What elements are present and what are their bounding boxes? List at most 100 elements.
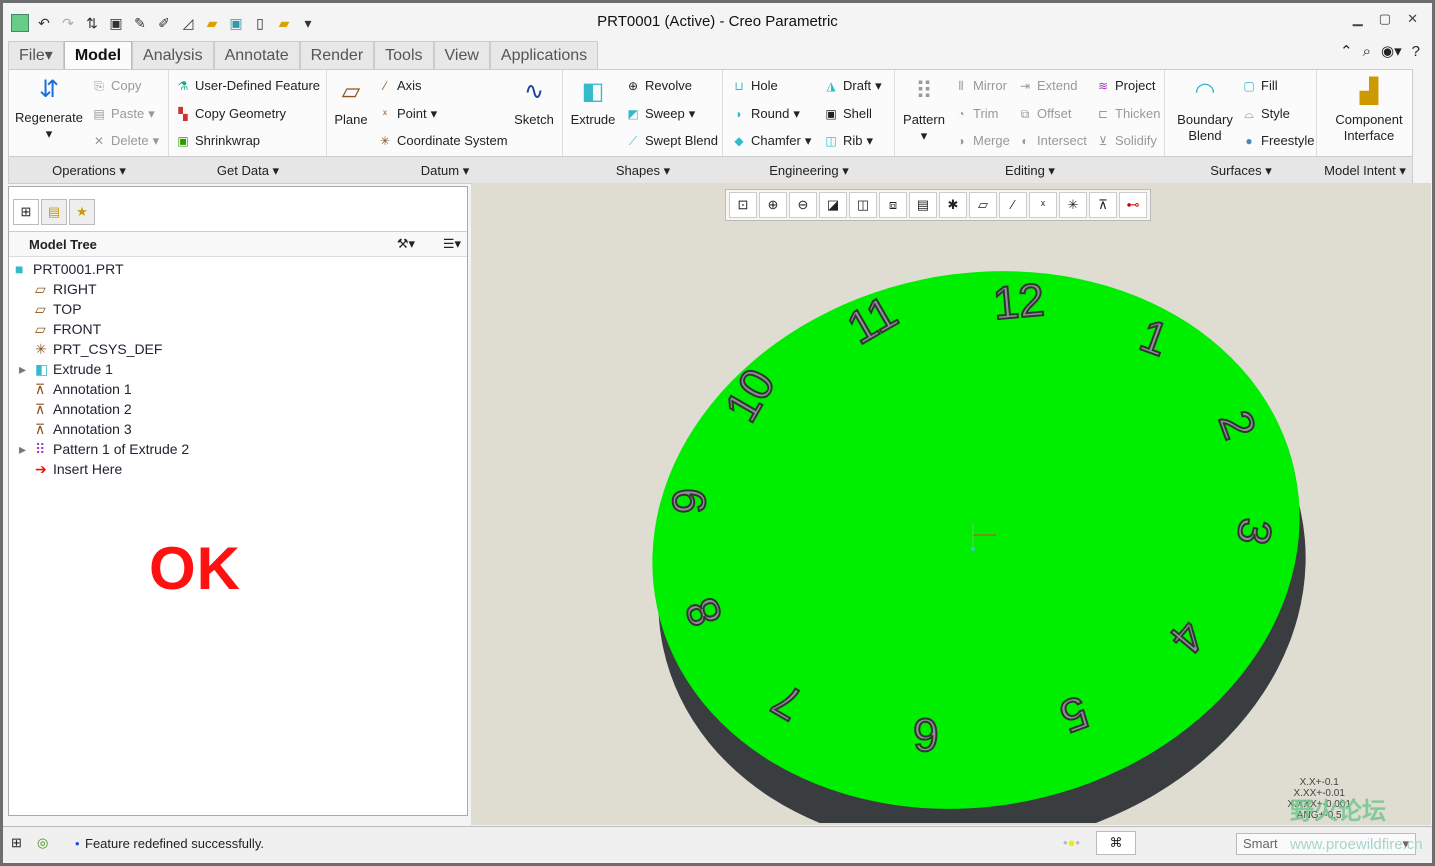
tree-item[interactable]: ▱ FRONT: [15, 319, 189, 339]
shell-button[interactable]: ▣ Shell: [823, 106, 872, 122]
style-button[interactable]: ⌓ Style: [1241, 106, 1290, 122]
clock-numeral: 6: [913, 709, 939, 761]
regenerate-button[interactable]: ⇵ Regenerate ▾: [13, 74, 85, 142]
thicken-button[interactable]: ⊏ Thicken: [1095, 106, 1161, 122]
extrude-icon: ◧: [35, 361, 49, 377]
tab-tools[interactable]: Tools: [374, 41, 434, 69]
point-icon: ˣ: [383, 107, 387, 121]
pattern-button[interactable]: ⠿ Pattern ▾: [899, 76, 949, 144]
community-icon[interactable]: ◉▾: [1381, 43, 1402, 61]
paste-button[interactable]: ▤ Paste ▾: [91, 106, 154, 122]
plane-button[interactable]: ▱ Plane: [331, 76, 371, 128]
search-icon[interactable]: ⌕: [1363, 43, 1371, 61]
tree-item[interactable]: ⊼ Annotation 3: [15, 419, 189, 439]
offset-button[interactable]: ⧉ Offset: [1017, 106, 1072, 122]
tree-item[interactable]: ⊼ Annotation 2: [15, 399, 189, 419]
find-icon[interactable]: ⌘: [1096, 831, 1136, 855]
graphics-viewport[interactable]: ⊡ ⊕ ⊖ ◪ ◫ ⧈ ▤ ✱ ▱ ⁄ ˣ ✳ ⊼ ⊷ 12 1 2 3 4 5 6 7 8 9 1…: [471, 183, 1431, 825]
hole-button[interactable]: ⊔ Hole: [731, 78, 777, 94]
model-intent-group-menu[interactable]: Model Intent ▾: [1317, 163, 1413, 178]
udf-button[interactable]: ⚗ User-Defined Feature: [175, 78, 320, 94]
tab-annotate[interactable]: Annotate: [213, 41, 300, 69]
collapse-ribbon-icon[interactable]: ⌃: [1340, 43, 1353, 61]
tree-item[interactable]: ▸ ◧ Extrude 1: [15, 359, 189, 379]
freestyle-button[interactable]: ● Freestyle: [1241, 133, 1314, 149]
fill-icon: ▢: [1243, 79, 1255, 93]
tree-item[interactable]: ➔ Insert Here: [15, 459, 189, 479]
copy-icon: ⎘: [94, 79, 104, 93]
tree-item[interactable]: ▸ ⠿ Pattern 1 of Extrude 2: [15, 439, 189, 459]
editing-group-menu[interactable]: Editing ▾: [895, 163, 1165, 178]
rib-icon: ◫: [825, 134, 837, 148]
tree-item[interactable]: ✳ PRT_CSYS_DEF: [15, 339, 189, 359]
csys-button[interactable]: ✳ Coordinate System: [377, 133, 508, 149]
sweep-button[interactable]: ◩ Sweep ▾: [625, 106, 695, 122]
expand-icon[interactable]: ▸: [19, 359, 26, 379]
surfaces-group-menu[interactable]: Surfaces ▾: [1165, 163, 1317, 178]
tab-render[interactable]: Render: [299, 41, 375, 69]
tab-view[interactable]: View: [433, 41, 490, 69]
tab-file[interactable]: File▾: [8, 41, 64, 69]
tree-item-label: FRONT: [53, 321, 102, 337]
delete-icon: ✕: [93, 134, 105, 148]
fill-button[interactable]: ▢ Fill: [1241, 78, 1277, 94]
solidify-button[interactable]: ⊻ Solidify: [1095, 133, 1157, 149]
round-button[interactable]: ◗ Round ▾: [731, 106, 799, 122]
delete-button[interactable]: ✕ Delete ▾: [91, 133, 159, 149]
component-interface-button[interactable]: ▟ Component Interface: [1321, 76, 1417, 144]
favorites-tab[interactable]: ★: [69, 199, 95, 225]
tab-model[interactable]: Model: [63, 41, 133, 70]
shapes-group-menu[interactable]: Shapes ▾: [563, 163, 723, 178]
help-icon[interactable]: ?: [1412, 43, 1420, 61]
copy-geometry-button[interactable]: ▚ Copy Geometry: [175, 106, 286, 122]
merge-button[interactable]: ◑ Merge: [953, 133, 1009, 149]
close-icon[interactable]: ✕: [1407, 11, 1418, 27]
boundary-blend-button[interactable]: ◠ Boundary Blend: [1169, 76, 1241, 144]
datum-group-menu[interactable]: Datum ▾: [327, 163, 563, 178]
tree-item[interactable]: ▱ TOP: [15, 299, 189, 319]
regenerate-icon: ⇵: [38, 76, 60, 103]
tree-item[interactable]: ▱ RIGHT: [15, 279, 189, 299]
tree-item[interactable]: ■ PRT0001.PRT: [15, 259, 189, 279]
tree-settings-icon[interactable]: ⚒▾: [397, 236, 415, 252]
chamfer-button[interactable]: ◆ Chamfer ▾: [731, 133, 811, 149]
show-menu-icon[interactable]: ☰▾: [443, 236, 461, 252]
mirror-button[interactable]: ⫴ Mirror: [953, 78, 1006, 94]
tree-item[interactable]: ⊼ Annotation 1: [15, 379, 189, 399]
extend-button[interactable]: ⇥ Extend: [1017, 78, 1078, 94]
sketch-button[interactable]: ∿ Sketch: [511, 76, 557, 128]
minimize-icon[interactable]: ▁: [1353, 11, 1363, 27]
datum-plane-icon: ▱: [35, 281, 46, 297]
paste-icon: ▤: [93, 107, 105, 121]
point-button[interactable]: ˣ Point ▾: [377, 106, 437, 122]
operations-group-menu[interactable]: Operations ▾: [9, 163, 169, 178]
browser-toggle-icon[interactable]: ◎: [37, 835, 48, 851]
csys-origin: [971, 547, 975, 551]
swept-blend-button[interactable]: ⟋ Swept Blend: [625, 133, 718, 149]
tab-analysis[interactable]: Analysis: [132, 41, 214, 69]
model-tree-tab[interactable]: ⊞: [13, 199, 39, 225]
rib-button[interactable]: ◫ Rib ▾: [823, 133, 873, 149]
insert-arrow-icon: ➔: [35, 461, 47, 477]
get-data-group-menu[interactable]: Get Data ▾: [169, 163, 327, 178]
watermark-url: www.proewildfire.cn: [1290, 836, 1423, 853]
draft-button[interactable]: ◮ Draft ▾: [823, 78, 881, 94]
copy-button[interactable]: ⎘ Copy: [91, 78, 141, 94]
extrude-button[interactable]: ◧ Extrude: [567, 76, 619, 128]
clock-numeral: 12: [991, 273, 1047, 329]
shrinkwrap-button[interactable]: ▣ Shrinkwrap: [175, 133, 260, 149]
revolve-button[interactable]: ⊕ Revolve: [625, 78, 692, 94]
engineering-group-menu[interactable]: Engineering ▾: [723, 163, 895, 178]
intersect-button[interactable]: ◐ Intersect: [1017, 133, 1086, 149]
revolve-icon: ⊕: [627, 79, 639, 93]
axis-button[interactable]: ⁄ Axis: [377, 78, 422, 94]
sweep-icon: ◩: [627, 107, 639, 121]
navigator-toggle-icon[interactable]: ⊞: [11, 835, 22, 851]
expand-icon[interactable]: ▸: [19, 439, 26, 459]
maximize-icon[interactable]: ▢: [1379, 11, 1391, 27]
tab-applications[interactable]: Applications: [489, 41, 599, 69]
project-button[interactable]: ≋ Project: [1095, 78, 1156, 94]
folder-browser-tab[interactable]: ▤: [41, 199, 67, 225]
shrinkwrap-icon: ▣: [177, 134, 189, 148]
trim-button[interactable]: ◔ Trim: [953, 106, 998, 122]
